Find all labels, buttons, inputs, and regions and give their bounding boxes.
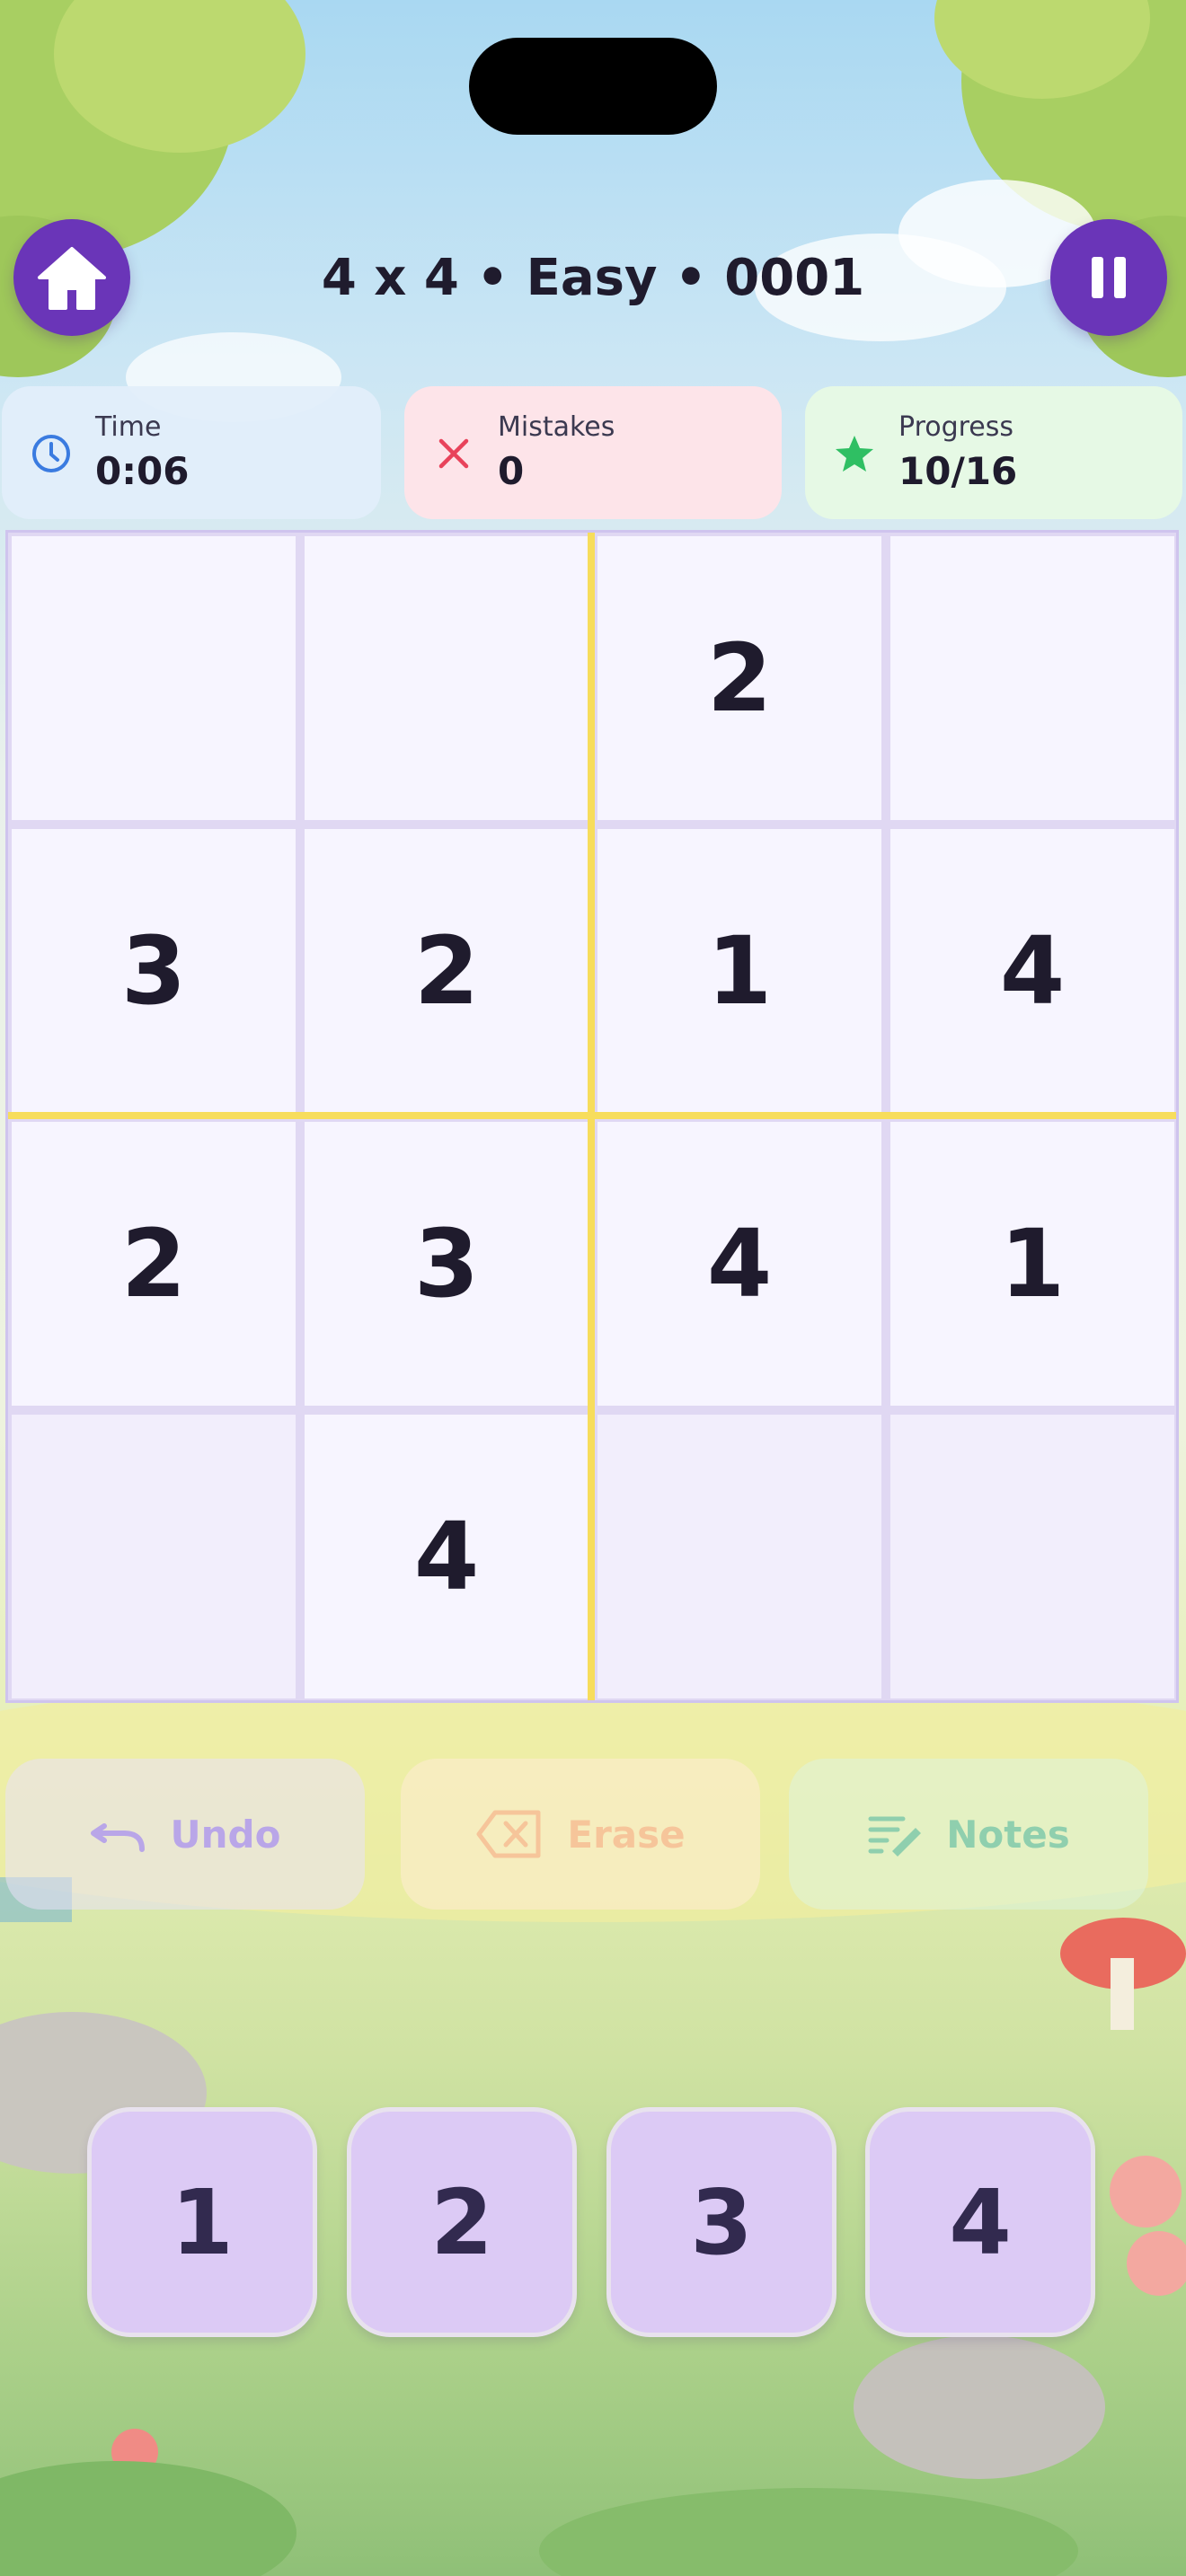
- numpad-key-4[interactable]: 4: [865, 2107, 1095, 2337]
- notes-label: Notes: [946, 1812, 1070, 1857]
- home-icon: [38, 247, 106, 310]
- progress-card: Progress 10/16: [805, 386, 1182, 519]
- notes-icon: [868, 1816, 922, 1857]
- board-cell[interactable]: [890, 1415, 1174, 1698]
- mistakes-value: 0: [498, 449, 525, 493]
- pause-button[interactable]: [1050, 219, 1167, 336]
- sudoku-board: 2321423414: [5, 530, 1179, 1703]
- board-cell[interactable]: [597, 1415, 881, 1698]
- numpad-key-2[interactable]: 2: [347, 2107, 577, 2337]
- erase-button[interactable]: Erase: [401, 1759, 760, 1910]
- board-cell[interactable]: 4: [890, 829, 1174, 1113]
- undo-icon: [90, 1823, 145, 1852]
- box-divider-horizontal: [8, 1112, 1176, 1119]
- x-icon: [438, 438, 469, 469]
- clock-icon: [32, 435, 70, 472]
- notes-button[interactable]: Notes: [789, 1759, 1148, 1910]
- erase-icon: [476, 1810, 541, 1858]
- board-cell[interactable]: 4: [305, 1415, 589, 1698]
- board-cell[interactable]: 3: [305, 1122, 589, 1406]
- board-cell[interactable]: 2: [12, 1122, 296, 1406]
- undo-label: Undo: [170, 1812, 281, 1857]
- board-cell[interactable]: 3: [12, 829, 296, 1113]
- home-button[interactable]: [13, 219, 130, 336]
- board-cell[interactable]: 2: [597, 536, 881, 820]
- progress-label: Progress: [898, 411, 1014, 443]
- board-cell[interactable]: [12, 1415, 296, 1698]
- numpad-key-3[interactable]: 3: [606, 2107, 836, 2337]
- time-value: 0:06: [95, 449, 190, 493]
- pause-icon: [1092, 257, 1126, 298]
- board-cell[interactable]: [305, 536, 589, 820]
- erase-label: Erase: [567, 1812, 686, 1857]
- mistakes-label: Mistakes: [498, 411, 615, 443]
- mistakes-card: Mistakes 0: [404, 386, 782, 519]
- time-label: Time: [95, 411, 162, 443]
- board-cell[interactable]: 4: [597, 1122, 881, 1406]
- dynamic-island: [469, 38, 717, 135]
- time-card: Time 0:06: [2, 386, 381, 519]
- board-cell[interactable]: 1: [597, 829, 881, 1113]
- board-cell[interactable]: 1: [890, 1122, 1174, 1406]
- progress-value: 10/16: [898, 449, 1018, 493]
- board-cell[interactable]: 2: [305, 829, 589, 1113]
- board-cell[interactable]: [12, 536, 296, 820]
- numpad-key-1[interactable]: 1: [87, 2107, 317, 2337]
- puzzle-title: 4 x 4 • Easy • 0001: [321, 249, 865, 307]
- star-icon: [836, 436, 873, 472]
- board-cell[interactable]: [890, 536, 1174, 820]
- undo-button[interactable]: Undo: [5, 1759, 365, 1910]
